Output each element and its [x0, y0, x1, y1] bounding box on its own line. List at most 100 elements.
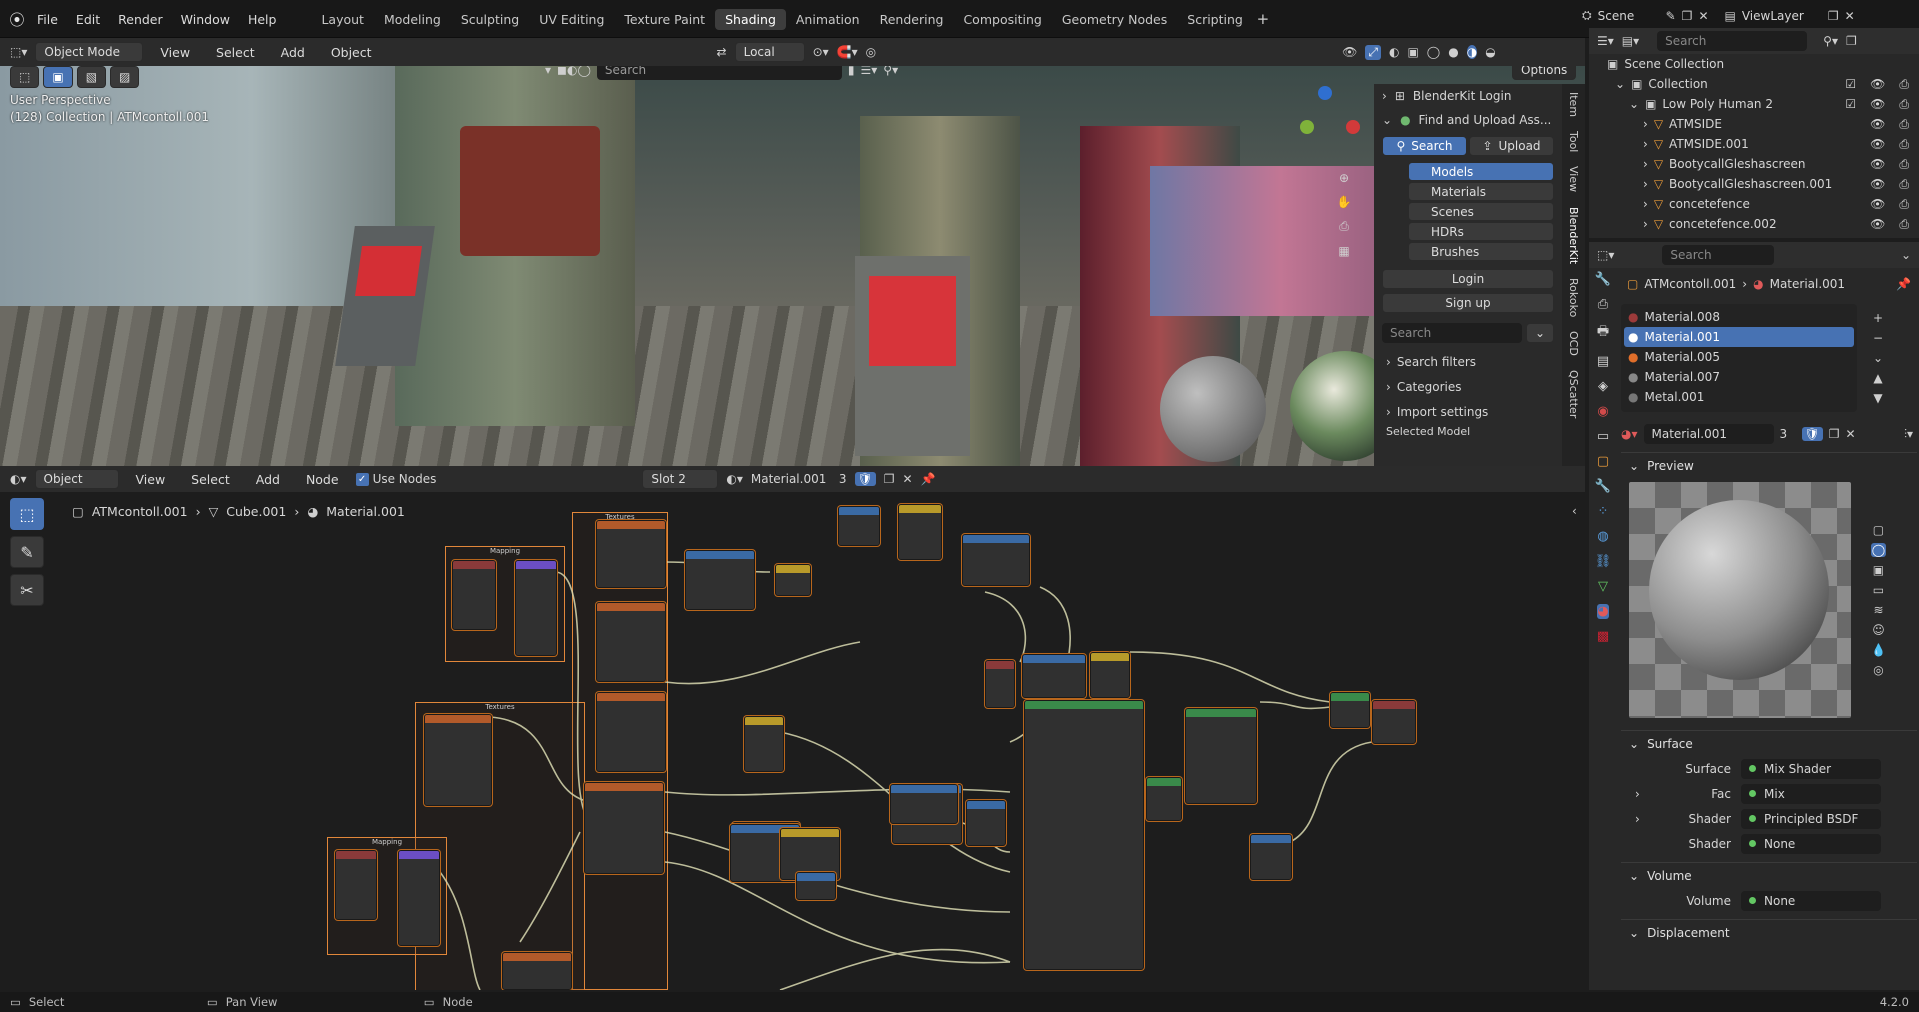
close-icon[interactable]: ✕: [1846, 427, 1856, 441]
close-icon[interactable]: ✕: [1845, 9, 1855, 23]
chevron-down-icon[interactable]: ⌄: [1629, 869, 1639, 883]
sidebar-tab-qscatter[interactable]: QScatter: [1567, 370, 1580, 418]
node-mapping[interactable]: [515, 560, 557, 656]
new-viewlayer-icon[interactable]: ❐: [1828, 9, 1839, 23]
filter-icon[interactable]: ⚲▾: [1823, 34, 1838, 48]
material-users[interactable]: 3: [1780, 427, 1796, 441]
menu-window[interactable]: Window: [172, 12, 239, 27]
tab-modeling[interactable]: Modeling: [374, 9, 451, 30]
node-principled-bsdf[interactable]: [1024, 700, 1144, 970]
particles-tab-icon[interactable]: ⁘: [1598, 504, 1609, 519]
funnel-icon[interactable]: ⚲▾: [883, 66, 898, 77]
eye-icon[interactable]: 👁: [1870, 117, 1885, 131]
camera-icon[interactable]: ⎙: [1899, 217, 1909, 232]
select-mode-icon[interactable]: ▣: [43, 66, 73, 88]
node-canvas[interactable]: ▢ ATMcontoll.001 › ▽ Cube.001 › ◕ Materi…: [0, 492, 1585, 990]
eye-icon[interactable]: 👁: [1870, 137, 1885, 151]
xray-icon[interactable]: ▣: [1407, 45, 1418, 59]
node-material-output[interactable]: [1372, 700, 1416, 744]
node-color-ramp-4[interactable]: [1022, 654, 1086, 698]
asset-type-brushes[interactable]: Brushes: [1408, 242, 1554, 261]
sidebar-tab-item[interactable]: Item: [1567, 92, 1580, 117]
chevron-down-icon[interactable]: ⌄: [1901, 248, 1911, 262]
scene-icon[interactable]: ⛭: [1582, 8, 1592, 23]
use-nodes-label[interactable]: Use Nodes: [373, 472, 437, 486]
scene-collection[interactable]: Scene Collection: [1624, 57, 1724, 71]
shader1-field[interactable]: Principled BSDF: [1741, 808, 1881, 829]
chevron-right-icon[interactable]: ›: [1643, 217, 1648, 231]
asset-type-icons[interactable]: ◼◐◯: [557, 66, 591, 77]
menu-help[interactable]: Help: [239, 12, 286, 27]
viewport-menu-object[interactable]: Object: [322, 45, 381, 60]
layout-icon[interactable]: ☰▾: [861, 66, 878, 77]
tab-animation[interactable]: Animation: [786, 9, 870, 30]
preview-section[interactable]: Preview: [1647, 459, 1694, 473]
properties-search-input[interactable]: Search: [1662, 245, 1775, 265]
outliner-search-input[interactable]: Search: [1657, 31, 1808, 51]
zoom-icon[interactable]: ⊕: [1333, 171, 1355, 185]
chevron-right-icon[interactable]: ›: [1635, 812, 1649, 826]
camera-icon[interactable]: ⎙: [1899, 157, 1909, 172]
node-image-texture-4[interactable]: [584, 782, 664, 874]
asset-type-models[interactable]: Models: [1408, 162, 1554, 181]
world-tab-icon[interactable]: ◉: [1597, 404, 1608, 419]
chevron-right-icon[interactable]: ›: [1643, 197, 1648, 211]
fac-field[interactable]: Mix: [1741, 783, 1881, 804]
node-menu-add[interactable]: Add: [247, 472, 289, 487]
volume-section[interactable]: Volume: [1647, 869, 1692, 883]
node-image-texture-2[interactable]: [596, 602, 666, 682]
shading-wire-icon[interactable]: ◯: [1427, 45, 1440, 59]
viewport-menu-add[interactable]: Add: [272, 45, 314, 60]
pin-icon[interactable]: 📌: [921, 472, 936, 486]
outliner-item[interactable]: BootycallGleshascreen: [1669, 157, 1856, 171]
outliner-item[interactable]: ATMSIDE.001: [1669, 137, 1856, 151]
blender-logo-icon[interactable]: ⦿: [6, 9, 28, 30]
editor-type-icon[interactable]: ⬚▾: [10, 45, 27, 59]
node-mix-2[interactable]: [898, 504, 942, 560]
node-color-ramp-6[interactable]: [890, 784, 958, 824]
preview-sphere-icon[interactable]: ◯: [1871, 543, 1886, 557]
surface-section[interactable]: Surface: [1647, 737, 1693, 751]
node-color-ramp-7[interactable]: [796, 872, 836, 900]
navigation-gizmo[interactable]: [1290, 86, 1370, 166]
tool-tab-icon[interactable]: 🔧: [1595, 272, 1611, 287]
preview-monkey-icon[interactable]: ☺: [1871, 623, 1886, 637]
filter-icon[interactable]: ▾: [545, 66, 551, 77]
material-browse-icon[interactable]: ◕▾: [1621, 427, 1638, 441]
viewlayer-name[interactable]: ViewLayer: [1742, 9, 1822, 23]
select-subtract-icon[interactable]: ▨: [110, 66, 140, 88]
modifier-tab-icon[interactable]: 🔧: [1595, 479, 1611, 494]
dropdown-icon[interactable]: ⌄: [1525, 323, 1554, 343]
proportional-icon[interactable]: ◎: [866, 45, 876, 59]
constraints-tab-icon[interactable]: ⛓: [1595, 554, 1612, 569]
snap-icon[interactable]: 🧲▾: [837, 45, 858, 59]
physics-tab-icon[interactable]: ◍: [1597, 529, 1608, 544]
render-tab-icon[interactable]: ⎙: [1598, 297, 1608, 312]
duplicate-icon[interactable]: ❐: [884, 472, 895, 486]
categories[interactable]: Categories: [1397, 380, 1462, 394]
shading-rendered-icon[interactable]: ◒: [1485, 45, 1495, 59]
shader-type-dropdown[interactable]: Object: [34, 469, 119, 489]
blenderkit-login-header[interactable]: BlenderKit Login: [1413, 89, 1512, 103]
chevron-down-icon[interactable]: ⌄: [1629, 737, 1639, 751]
blenderkit-upload-tab[interactable]: ⇪ Upload: [1469, 136, 1554, 156]
outliner-editor-icon[interactable]: ☰▾: [1597, 34, 1614, 48]
material-slot[interactable]: ● Material.007: [1624, 367, 1854, 387]
sidebar-tab-tool[interactable]: Tool: [1567, 131, 1580, 152]
outliner-item[interactable]: concetefence: [1669, 197, 1856, 211]
node-math-1[interactable]: [838, 506, 880, 546]
node-image-texture-5[interactable]: [502, 952, 572, 990]
group-item[interactable]: Low Poly Human 2: [1662, 97, 1839, 111]
chevron-right-icon[interactable]: ›: [1643, 137, 1648, 151]
mode-dropdown[interactable]: Object Mode: [35, 42, 144, 62]
outliner-item[interactable]: concetefence.002: [1669, 217, 1856, 231]
move-up-icon[interactable]: ▲: [1873, 371, 1883, 385]
add-slot-icon[interactable]: +: [1873, 311, 1883, 325]
camera-icon[interactable]: ⎙: [1899, 117, 1909, 132]
preview-world-icon[interactable]: ◎: [1871, 663, 1886, 677]
displacement-section[interactable]: Displacement: [1647, 926, 1730, 940]
chevron-right-icon[interactable]: ›: [1643, 157, 1648, 171]
chevron-down-icon[interactable]: ⌄: [1382, 113, 1392, 127]
gizmo-icon[interactable]: ⤢: [1365, 44, 1381, 60]
hand-icon[interactable]: ✋: [1333, 195, 1355, 209]
